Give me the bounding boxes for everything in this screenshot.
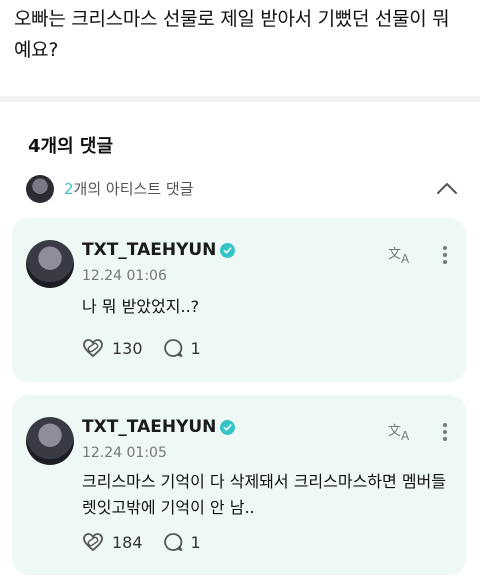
artist-comment-card: TXT_TAEHYUN 12.24 01:05 크리스마스 기억이 다 삭제돼서… bbox=[12, 395, 466, 575]
artist-comment-card: TXT_TAEHYUN 12.24 01:06 나 뭐 받았었지..? 130 … bbox=[12, 218, 466, 382]
comment-timestamp: 12.24 01:05 bbox=[82, 445, 167, 461]
comment-author[interactable]: TXT_TAEHYUN bbox=[82, 417, 236, 437]
artist-avatar bbox=[26, 175, 54, 203]
question-text: 오빠는 크리스마스 선물로 제일 받아서 기뻤던 선물이 뭐예요? bbox=[14, 8, 450, 61]
section-divider bbox=[0, 96, 480, 102]
avatar[interactable] bbox=[26, 240, 74, 288]
reply-count: 1 bbox=[190, 532, 201, 552]
svg-text:A: A bbox=[401, 429, 410, 441]
reply-bubble-icon bbox=[163, 533, 182, 551]
like-count: 184 bbox=[112, 532, 143, 552]
artist-comments-toggle[interactable]: 2개의 아티스트 댓글 bbox=[26, 172, 466, 206]
heart-bandage-icon bbox=[83, 533, 103, 552]
reply-button[interactable]: 1 bbox=[163, 532, 201, 552]
comment-author[interactable]: TXT_TAEHYUN bbox=[82, 240, 236, 260]
like-count: 130 bbox=[112, 338, 143, 358]
artist-comments-label: 2개의 아티스트 댓글 bbox=[64, 178, 193, 199]
author-name: TXT_TAEHYUN bbox=[82, 417, 217, 437]
artist-comment-count: 2 bbox=[64, 180, 74, 198]
artist-comment-suffix: 개의 아티스트 댓글 bbox=[73, 180, 194, 198]
comment-count-heading: 4개의 댓글 bbox=[28, 136, 114, 157]
reply-count: 1 bbox=[190, 338, 201, 358]
verified-badge-icon bbox=[220, 419, 236, 435]
comment-text: 나 뭐 받았었지..? bbox=[82, 297, 200, 316]
svg-text:文: 文 bbox=[388, 247, 401, 262]
reply-button[interactable]: 1 bbox=[163, 338, 201, 358]
more-options-icon[interactable] bbox=[442, 244, 448, 264]
author-name: TXT_TAEHYUN bbox=[82, 240, 217, 260]
translate-icon[interactable]: 文 A bbox=[388, 244, 414, 264]
chevron-up-icon[interactable] bbox=[436, 178, 458, 198]
like-button[interactable]: 184 bbox=[82, 532, 143, 552]
verified-badge-icon bbox=[220, 242, 236, 258]
comment-text: 크리스마스 기억이 다 삭제돼서 크리스마스하면 멤버들 렛잇고밖에 기억이 안… bbox=[82, 472, 446, 517]
comment-stats: 184 1 bbox=[82, 532, 221, 552]
comment-timestamp: 12.24 01:06 bbox=[82, 268, 167, 284]
heart-bandage-icon bbox=[83, 339, 103, 358]
reply-bubble-icon bbox=[163, 339, 182, 357]
svg-text:A: A bbox=[401, 252, 410, 264]
translate-icon[interactable]: 文 A bbox=[388, 421, 414, 441]
more-options-icon[interactable] bbox=[442, 421, 448, 441]
svg-text:文: 文 bbox=[388, 424, 401, 439]
like-button[interactable]: 130 bbox=[82, 338, 143, 358]
comment-stats: 130 1 bbox=[82, 338, 221, 358]
avatar[interactable] bbox=[26, 417, 74, 465]
